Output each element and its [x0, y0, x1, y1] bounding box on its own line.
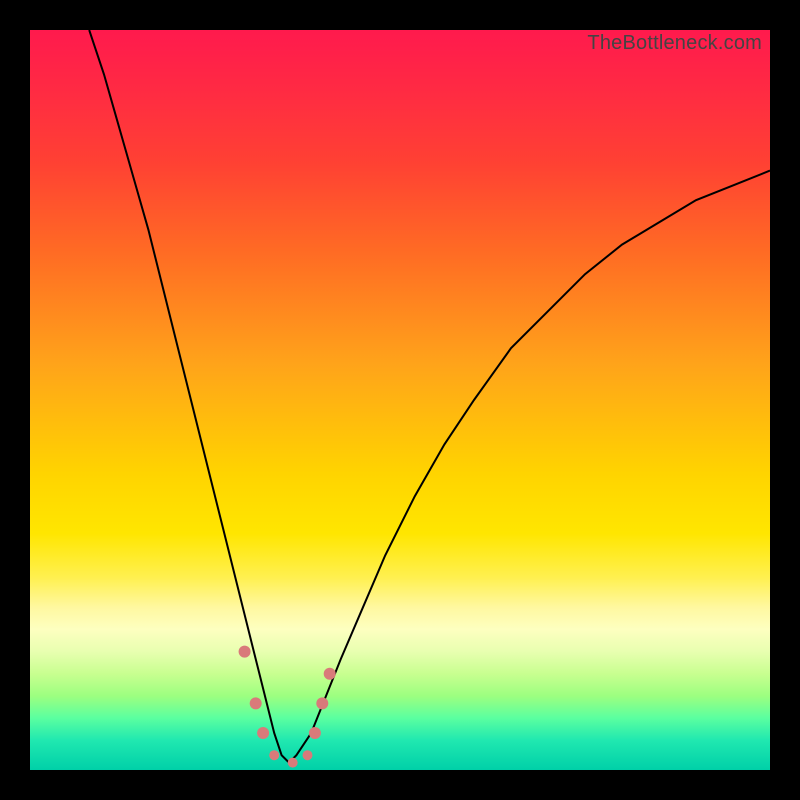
curve-svg	[30, 30, 770, 770]
valley-marker	[309, 727, 321, 739]
chart-frame: TheBottleneck.com	[0, 0, 800, 800]
valley-marker	[269, 750, 279, 760]
valley-marker	[250, 697, 262, 709]
valley-marker	[257, 727, 269, 739]
valley-marker	[324, 668, 336, 680]
plot-area: TheBottleneck.com	[30, 30, 770, 770]
valley-markers	[239, 646, 336, 768]
valley-marker	[239, 646, 251, 658]
valley-marker	[316, 697, 328, 709]
bottleneck-curve	[89, 30, 770, 763]
valley-marker	[303, 750, 313, 760]
valley-marker	[288, 758, 298, 768]
